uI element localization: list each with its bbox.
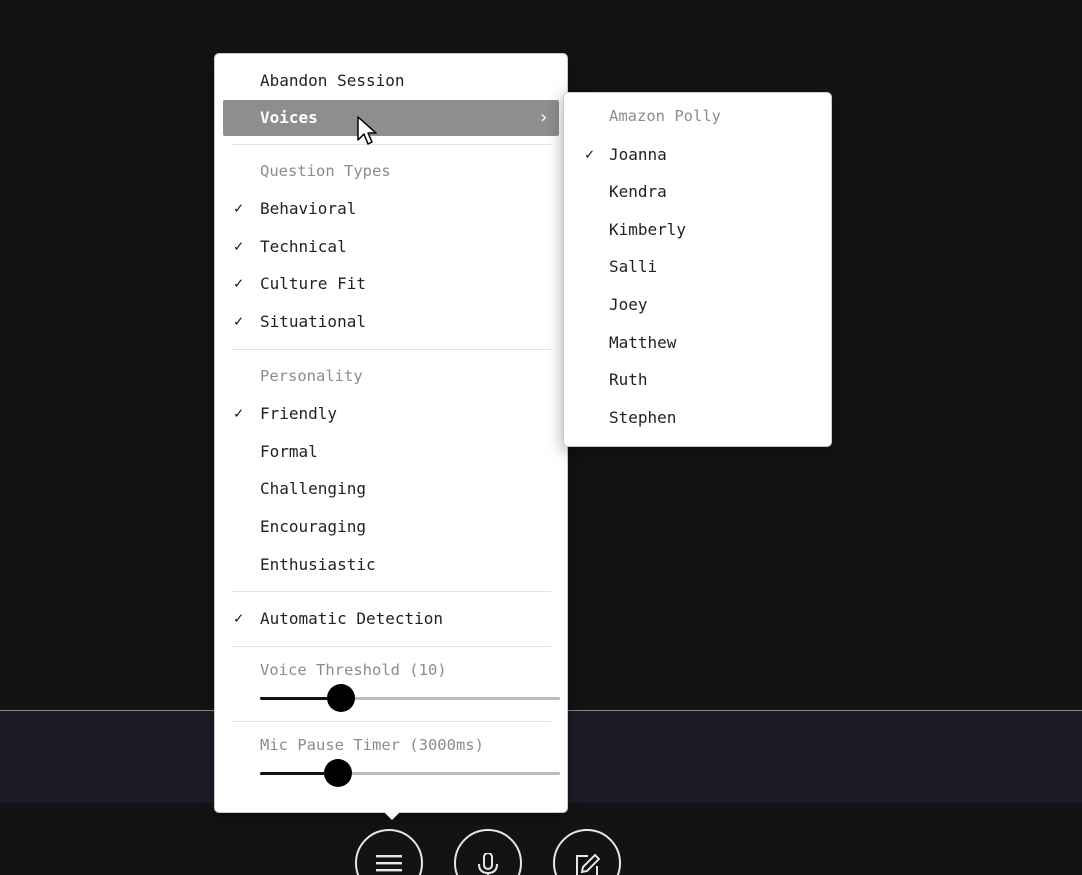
menu-button[interactable] xyxy=(355,829,423,875)
question-type-label: Technical xyxy=(260,236,347,256)
edit-icon xyxy=(576,853,600,875)
amazon-polly-header-label: Amazon Polly xyxy=(609,107,721,125)
voice-label: Salli xyxy=(609,257,658,277)
question-type-situational[interactable]: ✓ Situational xyxy=(215,303,567,341)
microphone-button[interactable] xyxy=(454,829,522,875)
personality-label: Friendly xyxy=(260,404,338,424)
divider xyxy=(231,645,551,647)
check-icon: ✓ xyxy=(234,311,244,330)
voice-label: Kimberly xyxy=(609,219,687,239)
check-icon: ✓ xyxy=(234,274,244,293)
automatic-detection-label: Automatic Detection xyxy=(260,609,444,629)
voice-item-matthew[interactable]: Matthew xyxy=(564,324,831,362)
mouse-cursor-icon xyxy=(357,116,377,145)
personality-label: Formal xyxy=(260,441,318,461)
question-types-header-label: Question Types xyxy=(260,161,391,180)
question-type-behavioral[interactable]: ✓ Behavioral xyxy=(215,190,567,228)
automatic-detection-item[interactable]: ✓ Automatic Detection xyxy=(215,600,567,638)
voice-item-stephen[interactable]: Stephen xyxy=(564,399,831,437)
question-type-technical[interactable]: ✓ Technical xyxy=(215,228,567,266)
voice-label: Ruth xyxy=(609,370,648,390)
abandon-session-label: Abandon Session xyxy=(260,71,405,90)
amazon-polly-header: Amazon Polly xyxy=(564,98,831,136)
personality-label: Enthusiastic xyxy=(260,554,376,574)
voices-submenu: Amazon Polly ✓ Joanna Kendra Kimberly Sa… xyxy=(563,92,832,447)
check-icon: ✓ xyxy=(234,404,244,423)
personality-formal[interactable]: Formal xyxy=(215,433,567,471)
voice-item-ruth[interactable]: Ruth xyxy=(564,361,831,399)
question-type-label: Behavioral xyxy=(260,199,357,219)
voice-label: Joey xyxy=(609,294,648,314)
personality-challenging[interactable]: Challenging xyxy=(215,470,567,508)
edit-button[interactable] xyxy=(553,829,621,875)
voice-label: Matthew xyxy=(609,332,677,352)
abandon-session-item[interactable]: Abandon Session xyxy=(215,62,567,100)
question-types-header: Question Types xyxy=(215,153,567,191)
personality-encouraging[interactable]: Encouraging xyxy=(215,508,567,546)
voice-item-salli[interactable]: Salli xyxy=(564,248,831,286)
divider xyxy=(231,591,551,593)
mic-pause-timer-slider[interactable] xyxy=(260,758,560,787)
divider xyxy=(231,720,551,722)
voice-item-kendra[interactable]: Kendra xyxy=(564,173,831,211)
voice-label: Stephen xyxy=(609,407,677,427)
voices-label: Voices xyxy=(260,107,318,127)
mic-pause-timer-label: Mic Pause Timer (3000ms) xyxy=(260,735,484,754)
personality-label: Challenging xyxy=(260,479,366,499)
personality-header: Personality xyxy=(215,358,567,396)
voice-item-kimberly[interactable]: Kimberly xyxy=(564,211,831,249)
hamburger-icon xyxy=(376,855,402,872)
divider xyxy=(231,143,551,145)
check-icon: ✓ xyxy=(585,144,595,163)
personality-label: Encouraging xyxy=(260,516,366,536)
voice-label: Kendra xyxy=(609,182,667,202)
check-icon: ✓ xyxy=(234,609,244,628)
app-stage: Abandon Session Voices › Question Types … xyxy=(0,0,1082,875)
voice-threshold-slider[interactable] xyxy=(260,683,560,712)
question-type-label: Situational xyxy=(260,311,366,331)
personality-friendly[interactable]: ✓ Friendly xyxy=(215,395,567,433)
voice-threshold-label: Voice Threshold (10) xyxy=(260,660,447,679)
check-icon: ✓ xyxy=(234,199,244,218)
slider-thumb[interactable] xyxy=(324,758,352,787)
question-type-label: Culture Fit xyxy=(260,274,366,294)
personality-enthusiastic[interactable]: Enthusiastic xyxy=(215,546,567,584)
voice-item-joey[interactable]: Joey xyxy=(564,286,831,324)
microphone-icon xyxy=(478,853,498,875)
question-type-culture-fit[interactable]: ✓ Culture Fit xyxy=(215,265,567,303)
chevron-right-icon: › xyxy=(538,106,549,128)
voices-item[interactable]: Voices › xyxy=(223,99,559,136)
voice-label: Joanna xyxy=(609,144,667,164)
voice-item-joanna[interactable]: ✓ Joanna xyxy=(564,136,831,174)
options-menu: Abandon Session Voices › Question Types … xyxy=(214,53,568,813)
check-icon: ✓ xyxy=(234,236,244,255)
divider xyxy=(231,348,551,350)
menu-pointer-caret xyxy=(383,811,401,820)
slider-thumb[interactable] xyxy=(327,683,355,712)
personality-header-label: Personality xyxy=(260,366,363,385)
